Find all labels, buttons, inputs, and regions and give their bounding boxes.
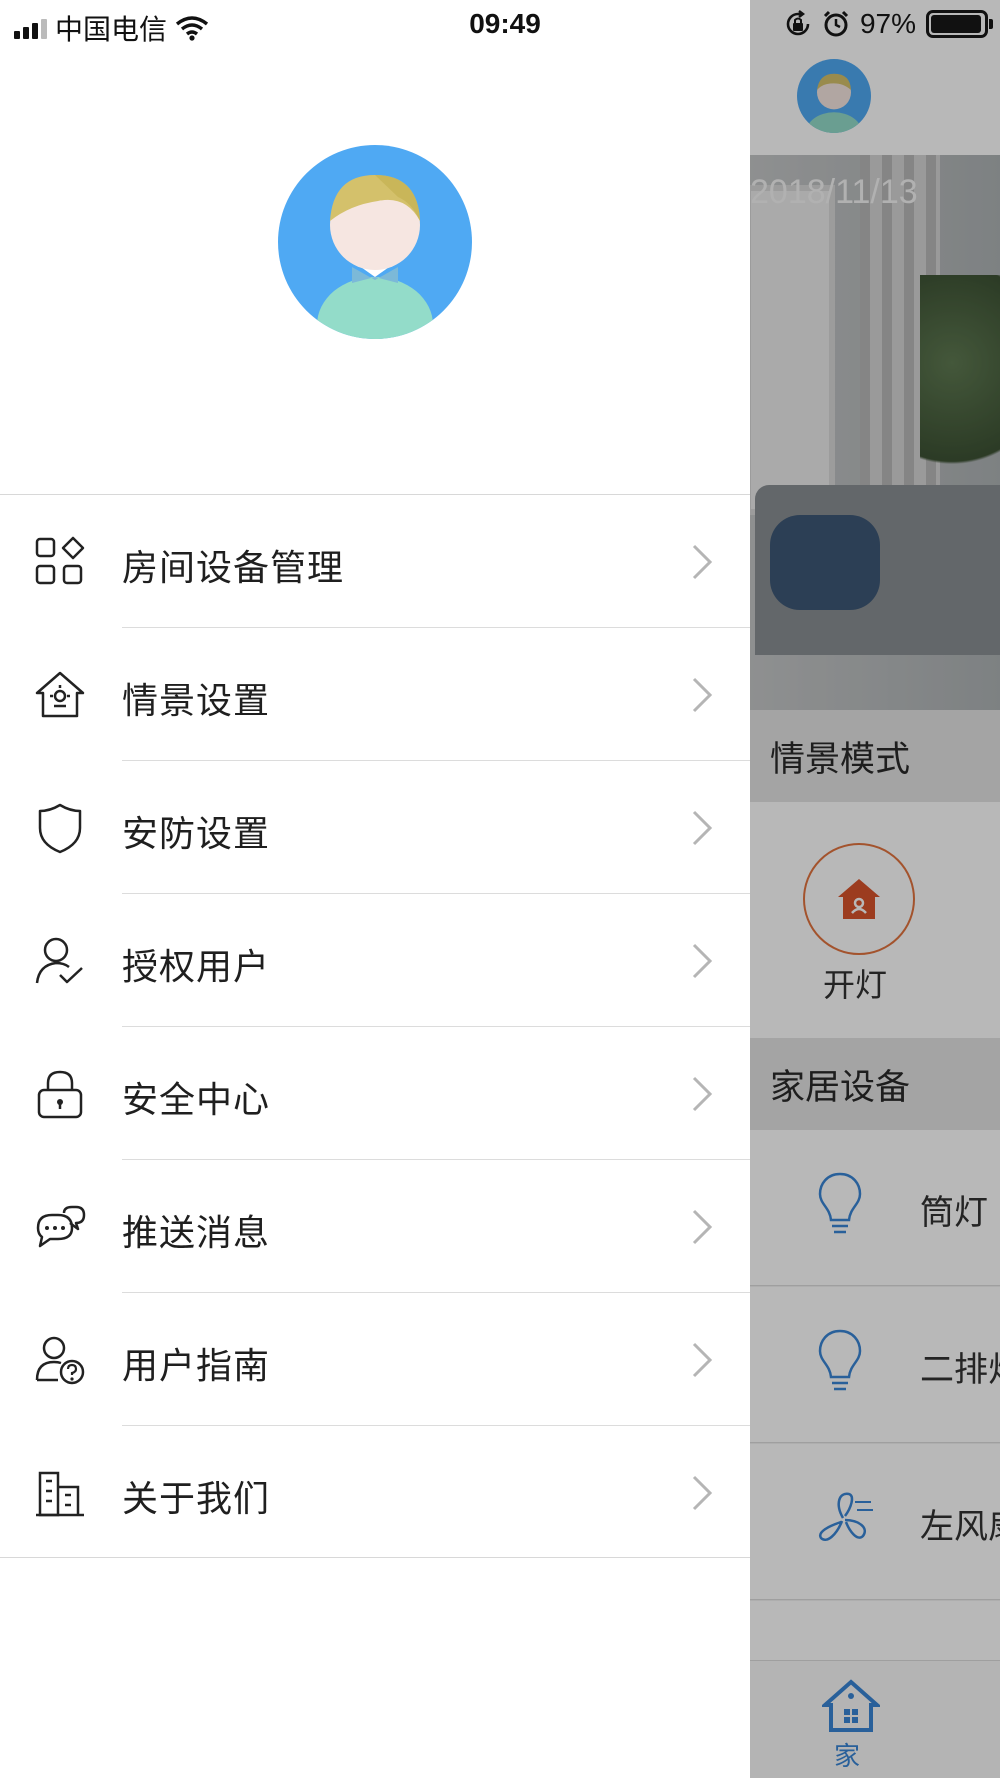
user-avatar[interactable] bbox=[278, 145, 472, 339]
chevron-right-icon bbox=[692, 1076, 713, 1112]
menu-item-scene-settings[interactable]: 情景设置 bbox=[0, 628, 750, 761]
menu-item-user-guide[interactable]: 用户指南 bbox=[0, 1293, 750, 1426]
menu-item-label: 推送消息 bbox=[122, 1213, 271, 1254]
menu-item-room-device-management[interactable]: 房间设备管理 bbox=[0, 495, 750, 628]
chevron-right-icon bbox=[692, 1475, 713, 1511]
scene-house-icon bbox=[35, 671, 85, 718]
chevron-right-icon bbox=[692, 943, 713, 979]
alarm-icon bbox=[823, 10, 849, 37]
menu-item-label: 安防设置 bbox=[122, 814, 271, 855]
menu-item-push-messages[interactable]: 推送消息 bbox=[0, 1160, 750, 1293]
chevron-right-icon bbox=[692, 1209, 713, 1245]
menu-item-label: 授权用户 bbox=[122, 947, 271, 988]
user-check-icon bbox=[35, 937, 83, 984]
menu-item-authorized-users[interactable]: 授权用户 bbox=[0, 894, 750, 1027]
status-bar: 中国电信 09:49 97% bbox=[0, 0, 1000, 50]
chevron-right-icon bbox=[692, 677, 713, 713]
menu-item-label: 房间设备管理 bbox=[122, 548, 345, 589]
chevron-right-icon bbox=[692, 810, 713, 846]
shield-icon bbox=[38, 803, 82, 854]
lock-icon bbox=[37, 1070, 83, 1119]
side-drawer: 房间设备管理 情景设置 安防设置 授权用户 安全中心 推送消息 用户指南 关于我… bbox=[0, 0, 750, 1778]
battery-percent: 97% bbox=[859, 8, 916, 39]
building-icon bbox=[36, 1471, 84, 1517]
chevron-right-icon bbox=[692, 1342, 713, 1378]
chat-bubbles-icon bbox=[36, 1205, 86, 1248]
drawer-divider bbox=[0, 1557, 750, 1558]
status-right: 97% bbox=[784, 8, 993, 40]
user-help-icon bbox=[35, 1336, 85, 1385]
avatar-illustration-icon bbox=[317, 175, 433, 339]
battery-icon bbox=[926, 10, 993, 38]
menu-item-label: 情景设置 bbox=[122, 681, 271, 722]
menu-item-label: 关于我们 bbox=[122, 1479, 271, 1520]
rotation-lock-icon bbox=[786, 10, 810, 36]
battery-fill bbox=[931, 15, 982, 33]
menu-item-label: 用户指南 bbox=[122, 1346, 271, 1387]
menu-item-label: 安全中心 bbox=[122, 1080, 271, 1121]
menu-item-security-center[interactable]: 安全中心 bbox=[0, 1027, 750, 1160]
chevron-right-icon bbox=[692, 544, 713, 580]
grid-apps-icon bbox=[35, 536, 85, 585]
menu-item-about-us[interactable]: 关于我们 bbox=[0, 1426, 750, 1559]
menu-item-security-settings[interactable]: 安防设置 bbox=[0, 761, 750, 894]
drawer-menu: 房间设备管理 情景设置 安防设置 授权用户 安全中心 推送消息 用户指南 关于我… bbox=[0, 495, 750, 1559]
